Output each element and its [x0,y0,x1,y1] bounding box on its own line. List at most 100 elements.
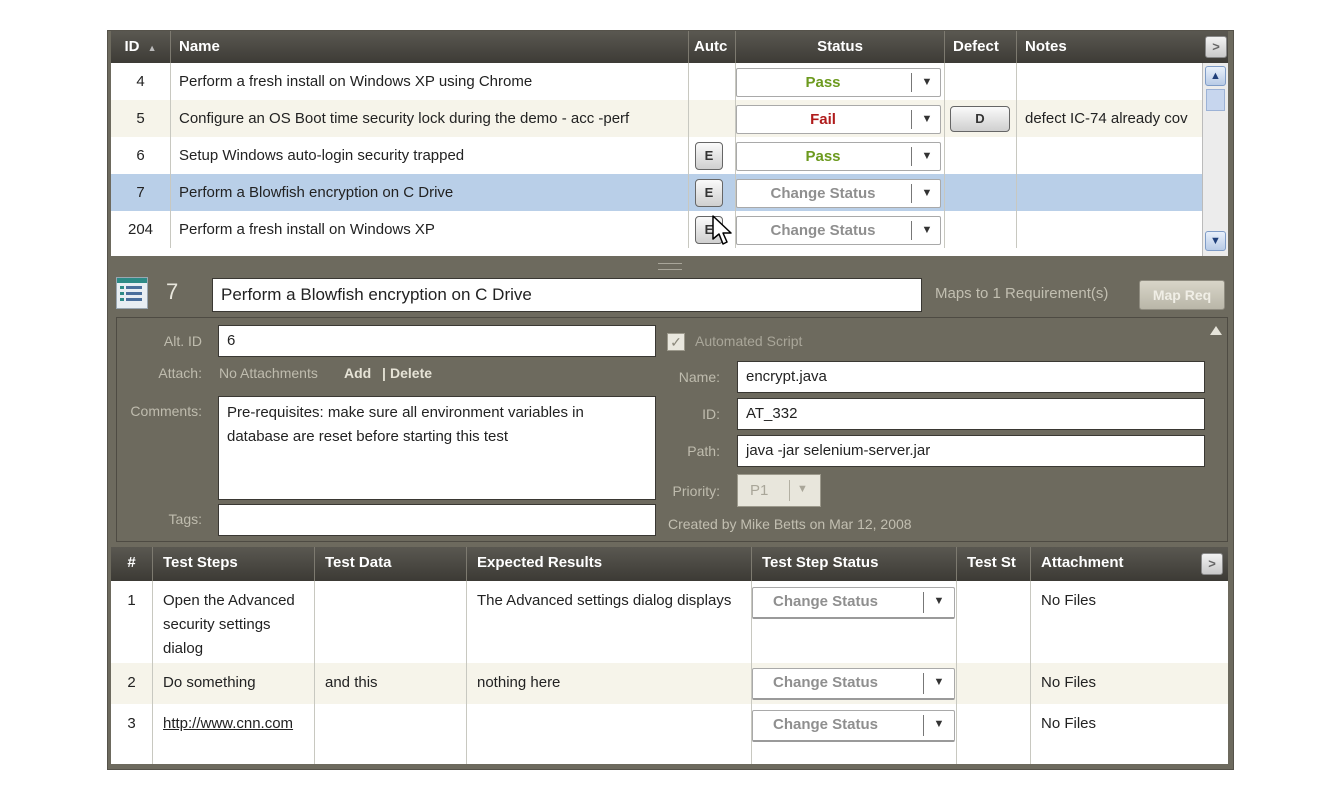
script-id-label: ID: [702,406,720,422]
automated-script-checkbox[interactable]: ✓ [667,333,685,351]
defect-button[interactable]: D [950,106,1010,132]
test-case-row[interactable]: 204 Perform a fresh install on Windows X… [111,211,1202,248]
status-dropdown[interactable]: Pass ▼ [736,68,941,97]
scroll-thumb[interactable] [1206,89,1225,111]
status-value: Pass [805,148,841,165]
test-case-icon [116,277,148,309]
test-case-row[interactable]: 4 Perform a fresh install on Windows XP … [111,63,1202,100]
test-step-row[interactable]: 1 Open the Advanced security settings di… [111,581,1228,663]
scroll-down-button[interactable]: ▼ [1205,231,1226,251]
alt-id-input[interactable]: 6 [218,325,656,357]
panel-splitter-handle[interactable] [658,263,682,270]
step-link[interactable]: http://www.cnn.com [163,715,293,732]
dropdown-arrow-icon: ▼ [797,483,808,495]
map-req-button[interactable]: Map Req [1139,280,1225,310]
dropdown-arrow-icon: ▼ [921,187,933,199]
status-dropdown[interactable]: Pass ▼ [736,142,941,171]
status-dropdown[interactable]: Change Status ▼ [736,179,941,208]
test-steps-grid: 1 Open the Advanced security settings di… [111,581,1228,764]
status-dropdown[interactable]: Fail ▼ [736,105,941,134]
edit-script-button[interactable]: E [695,142,723,170]
step-test-st [957,704,1031,764]
row-status-cell: Change Status ▼ [736,174,945,211]
test-case-id: 7 [166,279,179,304]
test-case-grid: 4 Perform a fresh install on Windows XP … [111,63,1202,256]
column-header-notes[interactable]: Notes [1017,31,1205,64]
collapse-up-icon[interactable] [1209,324,1223,336]
no-attachments-text: No Attachments [219,365,318,381]
chevron-up-icon: ▲ [1210,70,1221,82]
row-id: 204 [111,211,171,248]
row-notes [1017,137,1202,174]
row-status-cell: Fail ▼ [736,100,945,137]
step-data [315,704,467,764]
column-header-test-steps[interactable]: Test Steps [153,547,315,581]
edit-script-button[interactable]: E [695,179,723,207]
tags-input[interactable] [218,504,656,536]
column-header-test-step-status[interactable]: Test Step Status [752,547,957,581]
test-case-title-input[interactable]: Perform a Blowfish encryption on C Drive [212,278,922,312]
column-header-defect[interactable]: Defect [945,31,1017,64]
column-header-test-data[interactable]: Test Data [315,547,467,581]
created-by-text: Created by Mike Betts on Mar 12, 2008 [668,516,912,532]
step-number: 3 [111,704,153,764]
step-status-dropdown[interactable]: Change Status ▼ [752,668,955,700]
step-attachment: No Files [1041,674,1097,691]
column-header-id[interactable]: ID ▲ [111,31,171,64]
steps-grid-header: # Test Steps Test Data Expected Results … [111,547,1228,581]
row-name: Perform a Blowfish encryption on C Drive [171,174,689,211]
test-step-row[interactable]: 3 http://www.cnn.com Change Status ▼ No … [111,704,1228,764]
column-header-name[interactable]: Name [171,31,689,64]
column-header-test-st[interactable]: Test St [957,547,1031,581]
row-auto [689,100,736,137]
chevron-right-icon: > [1208,556,1216,571]
column-header-status[interactable]: Status [736,31,945,64]
chevron-right-icon: > [1212,39,1220,54]
status-dropdown[interactable]: Change Status ▼ [736,216,941,245]
test-case-row[interactable]: 6 Setup Windows auto-login security trap… [111,137,1202,174]
step-attachment: No Files [1041,715,1097,732]
step-attachment: No Files [1041,592,1097,609]
column-header-step-number[interactable]: # [111,547,153,581]
step-status-cell: Change Status ▼ [752,704,957,764]
row-auto [689,63,736,100]
attachment-delete-link[interactable]: Delete [390,365,432,381]
step-data [315,581,467,663]
dropdown-arrow-icon: ▼ [921,76,933,88]
status-value: Change Status [770,185,876,202]
row-auto: E [689,137,736,174]
dropdown-arrow-icon: ▼ [921,150,933,162]
step-test-st [957,663,1031,704]
test-case-row-selected[interactable]: 7 Perform a Blowfish encryption on C Dri… [111,174,1202,211]
test-step-row[interactable]: 2 Do something and this nothing here Cha… [111,663,1228,704]
test-grid-scrollbar[interactable]: ▲ ▼ [1202,63,1228,256]
attachment-add-link[interactable]: Add [344,365,371,381]
script-id-input[interactable]: AT_332 [737,398,1205,430]
row-auto: E [689,174,736,211]
script-name-label: Name: [678,369,720,385]
tags-label: Tags: [168,511,202,527]
step-text: Do something [153,663,315,704]
row-defect [945,211,1017,248]
column-header-auto[interactable]: Autc [689,31,736,64]
comments-textarea[interactable]: Pre-requisites: make sure all environmen… [218,396,656,500]
row-name: Setup Windows auto-login security trappe… [171,137,689,174]
column-header-id-label: ID [124,38,140,55]
column-chooser-button[interactable]: > [1205,36,1227,58]
script-name-input[interactable]: encrypt.java [737,361,1205,393]
test-case-row[interactable]: 5 Configure an OS Boot time security loc… [111,100,1202,137]
row-id: 7 [111,174,171,211]
row-defect [945,63,1017,100]
priority-dropdown[interactable]: P1 ▼ [737,474,821,507]
status-value: Fail [810,111,836,128]
steps-column-chooser-button[interactable]: > [1201,553,1223,575]
step-status-dropdown[interactable]: Change Status ▼ [752,587,955,619]
scroll-up-button[interactable]: ▲ [1205,66,1226,86]
column-header-attachment[interactable]: Attachment [1031,547,1199,581]
script-path-input[interactable]: java -jar selenium-server.jar [737,435,1205,467]
test-grid-header: ID ▲ Name Autc Status Defect Notes > [111,31,1228,64]
dropdown-arrow-icon: ▼ [933,676,945,688]
step-status-dropdown[interactable]: Change Status ▼ [752,710,955,742]
test-manager-window: ID ▲ Name Autc Status Defect Notes > 4 P… [107,30,1234,770]
column-header-expected-results[interactable]: Expected Results [467,547,752,581]
